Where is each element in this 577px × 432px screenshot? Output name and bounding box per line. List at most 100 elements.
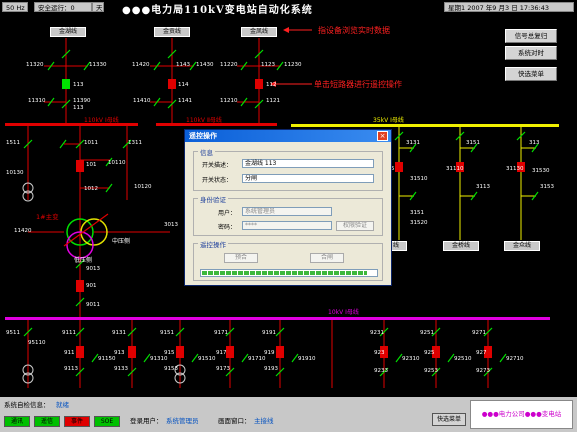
equipment-id-label: 31130 [506,166,524,172]
breaker-901[interactable] [76,280,84,292]
equipment-id-label: 31110 [446,166,464,172]
indicator-soe[interactable]: SOE [94,416,120,427]
equipment-id-label: 1141 [178,98,192,104]
pre-close-button[interactable]: 预合 [224,253,258,263]
breaker-917[interactable] [226,346,234,358]
close-breaker-button[interactable]: 合闸 [310,253,344,263]
time-sync-button[interactable]: 系统对时 [505,46,557,60]
breaker-114[interactable] [168,79,176,89]
equipment-id-label: 114 [178,82,189,88]
bus-110kv-2-label: 110kV Ⅱ母线 [186,117,222,124]
equipment-id-label: 9273 [476,368,490,374]
switch-desc-field: 金湖线 113 [242,159,374,168]
equipment-id-label: 95110 [28,340,46,346]
equipment-id-label: 3113 [476,184,490,190]
bus-10kv-1 [5,317,550,320]
verify-button[interactable]: 权限验证 [336,221,374,231]
low-side-label: 低压侧 [74,257,93,264]
equipment-id-label: 11420 [14,228,32,234]
system-check-label: 系统自检信息： [4,401,50,409]
annotation-control: 单击短路器进行遥控操作 [314,80,402,89]
equipment-id-label: 9253 [424,368,438,374]
equipment-id-label: 9133 [114,366,128,372]
equipment-id-label: 92710 [506,356,524,362]
equipment-id-label: 9271 [472,330,486,336]
equipment-id-label: 923 [374,350,385,356]
bus-35kv-1-label: 35kV Ⅰ母线 [373,117,404,124]
dialog-title: 遥控操作 [185,130,391,142]
breaker-101[interactable] [76,160,84,172]
equipment-id-label: 9251 [420,330,434,336]
progress-fill [202,271,367,275]
breaker-113[interactable] [62,79,70,89]
breaker-112[interactable] [255,79,263,89]
equipment-id-label: 1143 [176,62,190,68]
equipment-id-label: 31520 [410,220,428,226]
equipment-id-label: 3131 [406,140,420,146]
equipment-id-label: 9231 [370,330,384,336]
equipment-id-label: 10130 [6,170,24,176]
equipment-id-label: 92510 [454,356,472,362]
equipment-id-label: 3153 [540,184,554,190]
user-select[interactable]: 系统管理员 [242,207,332,216]
login-user-value: 系统管理员 [166,417,199,425]
indicator-remote-signal[interactable]: 遥信 [34,416,60,427]
equipment-id-label: 11430 [196,62,214,68]
equipment-id-label: 9171 [214,330,228,336]
equipment-id-label: 3151 [410,210,424,216]
equipment-id-label: 9151 [160,330,174,336]
progress-bar [200,269,378,277]
equipment-id-label: 9011 [86,302,100,308]
login-user-label: 登录用户： [130,417,163,425]
breaker-911[interactable] [76,346,84,358]
feeder-button-jingong[interactable]: 金贡线 [154,27,190,37]
equipment-id-label: 91710 [248,356,266,362]
equipment-id-label: 313 [529,140,540,146]
indicator-comm[interactable]: 通讯 [4,416,30,427]
breaker-311[interactable] [395,162,403,172]
equipment-id-label: 9111 [62,330,76,336]
equipment-id-label: 11210 [220,98,238,104]
company-badge: ●●●电力公司●●●变电站 [470,400,573,429]
equipment-id-label: 91150 [98,356,116,362]
feeder-button-jinfeng[interactable]: 金凤线 [241,27,277,37]
equipment-id-label: 92310 [402,356,420,362]
auth-group: 身份验证 用户： 系统管理员 密码： **** 权限验证 [193,194,383,236]
mid-side-label: 中压侧 [112,238,131,245]
feeder-button-jinzhong[interactable]: 金众线 [504,241,540,251]
equipment-id-label: 113 [73,105,84,111]
feeder-button-jinqiao[interactable]: 金桥线 [443,241,479,251]
quick-menu-button[interactable]: 快选菜单 [505,67,557,81]
feeder-button-jinhu[interactable]: 金湖线 [50,27,86,37]
window-value: 主接线 [254,417,274,425]
indicator-event[interactable]: 事件 [64,416,90,427]
equipment-id-label: 91510 [198,356,216,362]
equipment-id-label: 1311 [128,140,142,146]
system-check-value: 就绪 [56,401,69,409]
equipment-id-label: 917 [216,350,227,356]
quick-menu-bottom-button[interactable]: 快选菜单 [432,413,466,426]
switch-desc-label: 开关描述： [202,162,233,169]
equipment-id-label: 927 [476,350,487,356]
equipment-id-label: 1511 [6,140,20,146]
equipment-id-label: 901 [86,283,97,289]
breaker-915[interactable] [176,346,184,358]
equipment-id-label: 3151 [466,140,480,146]
equipment-id-label: 91310 [150,356,168,362]
equipment-id-label: 11310 [28,98,46,104]
equipment-id-label: 11330 [89,62,107,68]
equipment-id-label: 9193 [264,366,278,372]
equipment-id-label: 112 [266,82,277,88]
close-button[interactable]: × [377,131,388,141]
breaker-913[interactable] [128,346,136,358]
bus-35kv-1 [291,124,559,127]
signal-reset-button[interactable]: 信号总复归 [505,29,557,43]
breaker-919[interactable] [276,346,284,358]
password-label: 密码： [218,224,237,231]
user-label: 用户： [218,210,237,217]
equipment-id-label: 113 [73,82,84,88]
equipment-id-label: 31510 [410,176,428,182]
password-field[interactable]: **** [242,221,332,230]
equipment-id-label: 9113 [64,366,78,372]
bus-110kv-1-label: 110kV Ⅰ母线 [84,117,119,124]
